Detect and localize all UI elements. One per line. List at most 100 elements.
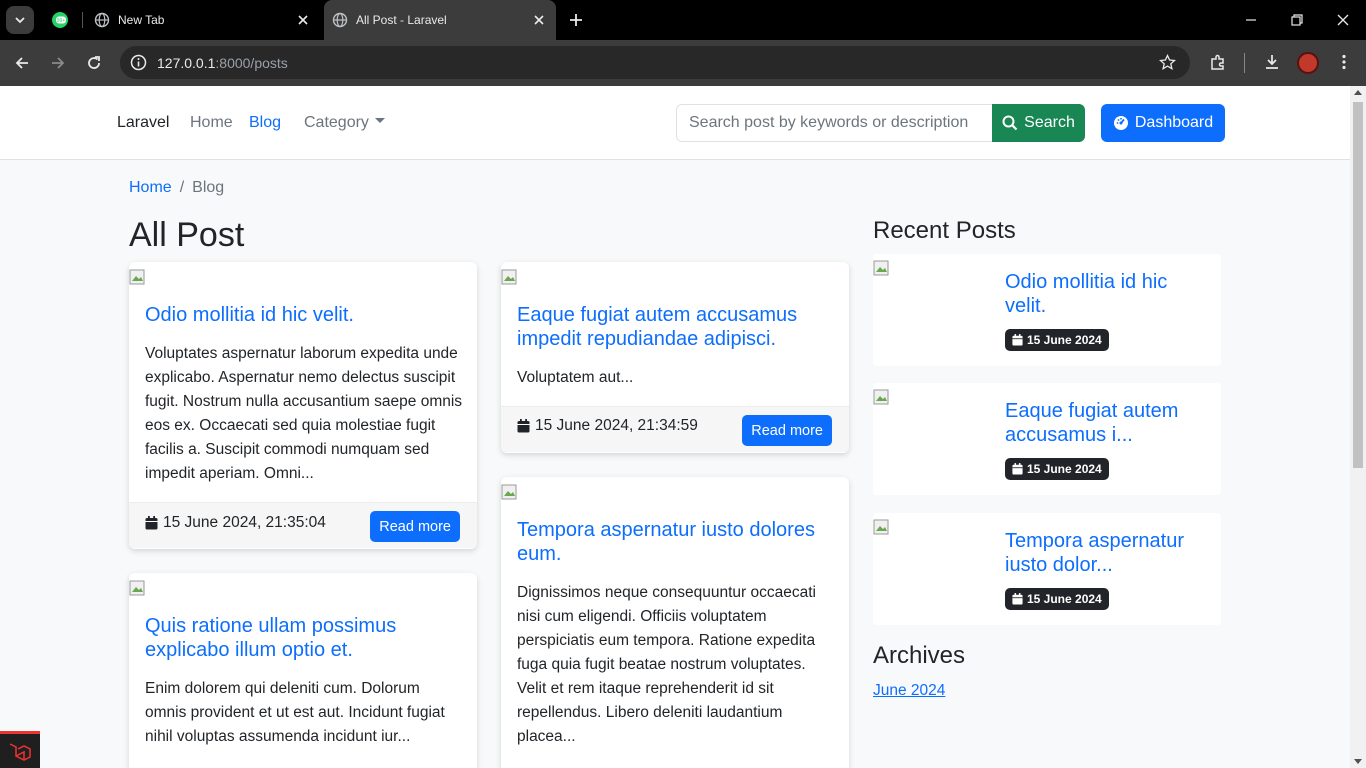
search-icon [1002,115,1018,131]
post-date-text: 15 June 2024, 21:35:04 [163,514,326,531]
post-date: 15 June 2024, 21:35:04 [145,514,326,532]
post-title[interactable]: Odio mollitia id hic velit. [145,303,461,327]
url-bar[interactable]: 127.0.0.1:8000/posts [120,46,1190,79]
minimize-icon[interactable] [1241,10,1261,30]
search-button[interactable]: Search [992,104,1085,142]
site-info-icon[interactable] [130,54,147,71]
recent-posts-heading: Recent Posts [873,217,1016,244]
broken-image-icon [129,580,145,596]
nav-link-home[interactable]: Home [190,114,233,132]
post-date: 15 June 2024, 21:34:59 [517,417,698,435]
post-card: Quis ratione ullam possimus explicabo il… [129,573,477,768]
recent-post-title[interactable]: Tempora aspernatur iusto dolor... [1005,529,1205,577]
post-excerpt: Voluptates aspernatur laborum expedita u… [145,345,463,482]
post-excerpt: Voluptatem aut... [517,369,634,386]
archives-heading: Archives [873,642,966,669]
scroll-up-arrow-icon[interactable] [1354,90,1362,95]
date-badge: 15 June 2024 [1005,458,1109,480]
back-arrow-icon[interactable] [12,53,32,73]
tab-new-tab[interactable]: New Tab [86,0,320,40]
page-content: Laravel Home Blog Category Search Dashbo… [0,86,1350,768]
post-excerpt: Enim dolorem qui deleniti cum. Dolorum o… [145,680,445,745]
calendar-icon [1012,334,1023,346]
whatsapp-icon[interactable]: 99+ [51,11,69,29]
post-title[interactable]: Eaque fugiat autem accusamus impedit rep… [517,303,833,351]
breadcrumb: Home / Blog [129,179,224,197]
chevron-down-icon [15,17,25,24]
scroll-down-arrow-icon[interactable] [1354,759,1362,764]
gauge-icon [1113,116,1128,130]
post-title[interactable]: Quis ratione ullam possimus explicabo il… [145,614,461,662]
search-button-label: Search [1024,114,1075,131]
close-icon[interactable] [532,13,546,27]
broken-image-icon [873,389,889,405]
broken-image-icon [129,269,145,285]
url-host: 127.0.0.1 [157,55,216,71]
date-badge-text: 15 June 2024 [1027,592,1102,606]
tab-separator [82,12,83,28]
toolbar-separator [1244,53,1245,73]
read-more-button[interactable]: Read more [370,511,460,542]
globe-icon [94,12,110,28]
forward-arrow-icon[interactable] [48,53,68,73]
tab-search-button[interactable] [6,6,34,34]
tab-all-post[interactable]: All Post - Laravel [324,0,556,40]
nav-category-dropdown[interactable]: Category [304,114,385,132]
post-title[interactable]: Tempora aspernatur iusto dolores eum. [517,518,833,566]
site-navbar: Laravel Home Blog Category Search Dashbo… [0,86,1350,160]
reload-icon[interactable] [84,53,104,73]
broken-image-icon [501,269,517,285]
tab-title: New Tab [118,13,165,27]
breadcrumb-current: Blog [192,179,225,196]
recent-post-title[interactable]: Odio mollitia id hic velit. [1005,270,1205,318]
tab-title: All Post - Laravel [356,13,447,27]
date-badge-text: 15 June 2024 [1027,462,1102,476]
page-scrollbar[interactable] [1350,86,1366,768]
archive-link[interactable]: June 2024 [873,682,945,700]
date-badge: 15 June 2024 [1005,329,1109,351]
page-title: All Post [129,216,245,254]
recent-post-title[interactable]: Eaque fugiat autem accusamus i... [1005,399,1205,447]
broken-image-icon [873,519,889,535]
read-more-button[interactable]: Read more [742,415,832,446]
recent-post-item: Tempora aspernatur iusto dolor... 15 Jun… [873,513,1221,625]
calendar-icon [517,419,530,433]
window-close-icon[interactable] [1333,10,1353,30]
search-input[interactable] [676,104,994,142]
whatsapp-badge: 99+ [57,18,66,24]
post-excerpt: Dignissimos neque consequuntur occaecati… [517,584,816,745]
broken-image-icon [873,260,889,276]
laravel-logo-icon [9,743,31,761]
more-menu-icon[interactable] [1334,52,1354,72]
profile-avatar[interactable] [1297,52,1319,74]
new-tab-icon[interactable] [566,10,586,30]
laravel-debugbar-toggle[interactable] [0,731,40,768]
restore-icon[interactable] [1287,10,1307,30]
post-date-text: 15 June 2024, 21:34:59 [535,417,698,434]
url-path: :8000/posts [215,55,288,71]
post-card: Eaque fugiat autem accusamus impedit rep… [501,262,849,453]
recent-post-item: Eaque fugiat autem accusamus i... 15 Jun… [873,383,1221,495]
nav-link-blog[interactable]: Blog [249,114,281,132]
date-badge: 15 June 2024 [1005,588,1109,610]
dashboard-button[interactable]: Dashboard [1101,104,1225,142]
recent-post-item: Odio mollitia id hic velit. 15 June 2024 [873,254,1221,366]
post-footer: 15 June 2024, 21:34:59 Read more [501,406,849,452]
calendar-icon [145,516,158,530]
breadcrumb-home[interactable]: Home [129,179,172,196]
calendar-icon [1012,593,1023,605]
close-icon[interactable] [296,13,310,27]
download-icon[interactable] [1262,52,1282,72]
site-brand[interactable]: Laravel [117,114,169,132]
post-card: Tempora aspernatur iusto dolores eum. Di… [501,477,849,768]
globe-icon [332,12,348,28]
url-text: 127.0.0.1:8000/posts [157,55,288,71]
scrollbar-thumb[interactable] [1353,102,1363,468]
post-footer: 15 June 2024, 21:35:04 Read more [129,502,477,548]
date-badge-text: 15 June 2024 [1027,333,1102,347]
bookmark-star-icon[interactable] [1159,54,1176,71]
extensions-icon[interactable] [1208,52,1228,72]
calendar-icon [1012,463,1023,475]
caret-down-icon [374,118,385,124]
category-label: Category [304,114,369,131]
